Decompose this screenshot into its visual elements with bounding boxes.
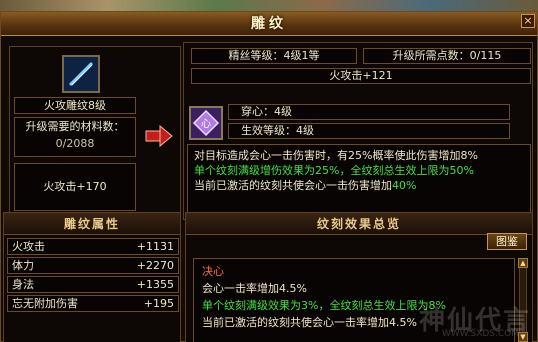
svg-text:心: 心 (201, 118, 211, 130)
desc-line-1: 对目标造成会心一击伤害时，有25%概率使此伤害增加8% (194, 149, 478, 162)
effects-header: 纹刻效果总览 (186, 213, 532, 235)
material-need-value: 0/2088 (55, 137, 95, 150)
effect-name: 决心 (202, 265, 224, 278)
carving-window: 雕纹 × 火攻雕纹8级 升级需要的材料数： 0/2088 火攻击+170 精丝等… (0, 11, 538, 342)
attr-level: 生效等级：4级 (228, 123, 510, 139)
property-name: 忘无附加伤害 (12, 297, 78, 310)
item-name: 火攻雕纹8级 (14, 97, 136, 114)
property-value: +1131 (136, 240, 174, 253)
item-bonus: 火攻击+170 (14, 163, 136, 211)
property-name: 身法 (12, 278, 34, 291)
property-name: 火攻击 (12, 240, 45, 253)
material-need-label: 升级需要的材料数： (25, 120, 125, 133)
scroll-up-button[interactable]: ▲ (518, 258, 528, 268)
property-value: +2270 (136, 259, 174, 272)
target-bonus: 火攻击+121 (191, 68, 531, 84)
effect-line-1: 会心一击率增加4.5% (202, 282, 307, 295)
scroll-down-button[interactable]: ▼ (518, 332, 528, 342)
desc-line-3-value: 40% (392, 179, 417, 192)
blue-blade-icon[interactable] (62, 55, 100, 93)
property-row: 身法 +1355 (7, 276, 179, 293)
refine-level: 精丝等级：4级1等 (191, 48, 357, 64)
window-title: 雕纹 (251, 16, 287, 32)
effects-scrollbar[interactable] (519, 258, 527, 342)
property-name: 体力 (12, 259, 34, 272)
desc-line-3-text: 当前已激活的纹刻共使会心一击伤害增加 (194, 179, 392, 192)
property-row: 火攻击 +1131 (7, 238, 179, 255)
material-need: 升级需要的材料数： 0/2088 (14, 117, 136, 157)
property-row: 体力 +2270 (7, 257, 179, 274)
property-value: +195 (143, 297, 174, 310)
description-box: 对目标造成会心一击伤害时，有25%概率使此伤害增加8% 单个纹刻满级增伤效果为2… (187, 144, 531, 216)
property-row: 忘无附加伤害 +195 (7, 295, 179, 312)
attr-name: 穿心：4级 (228, 104, 510, 120)
upgrade-arrow-icon (145, 124, 173, 148)
property-value: +1355 (136, 278, 174, 291)
desc-line-3: 当前已激活的纹刻共使会心一击伤害增加40% (194, 178, 524, 193)
points-needed: 升级所需点数：0/115 (363, 48, 531, 64)
purple-gem-icon[interactable]: 心 (189, 106, 223, 140)
desc-line-2: 单个纹刻满级增伤效果为25%，全纹刻总生效上限为50% (194, 164, 474, 177)
watermark-url: WWW.SXDS.COM (441, 329, 519, 339)
title-bar[interactable]: 雕纹 × (1, 12, 537, 36)
handbook-button[interactable]: 图鉴 (487, 233, 527, 250)
properties-header: 雕纹属性 (4, 213, 180, 235)
effect-line-2: 单个纹刻满级效果为3%，全纹刻总生效上限为8% (202, 299, 446, 312)
close-button[interactable]: × (521, 14, 535, 28)
